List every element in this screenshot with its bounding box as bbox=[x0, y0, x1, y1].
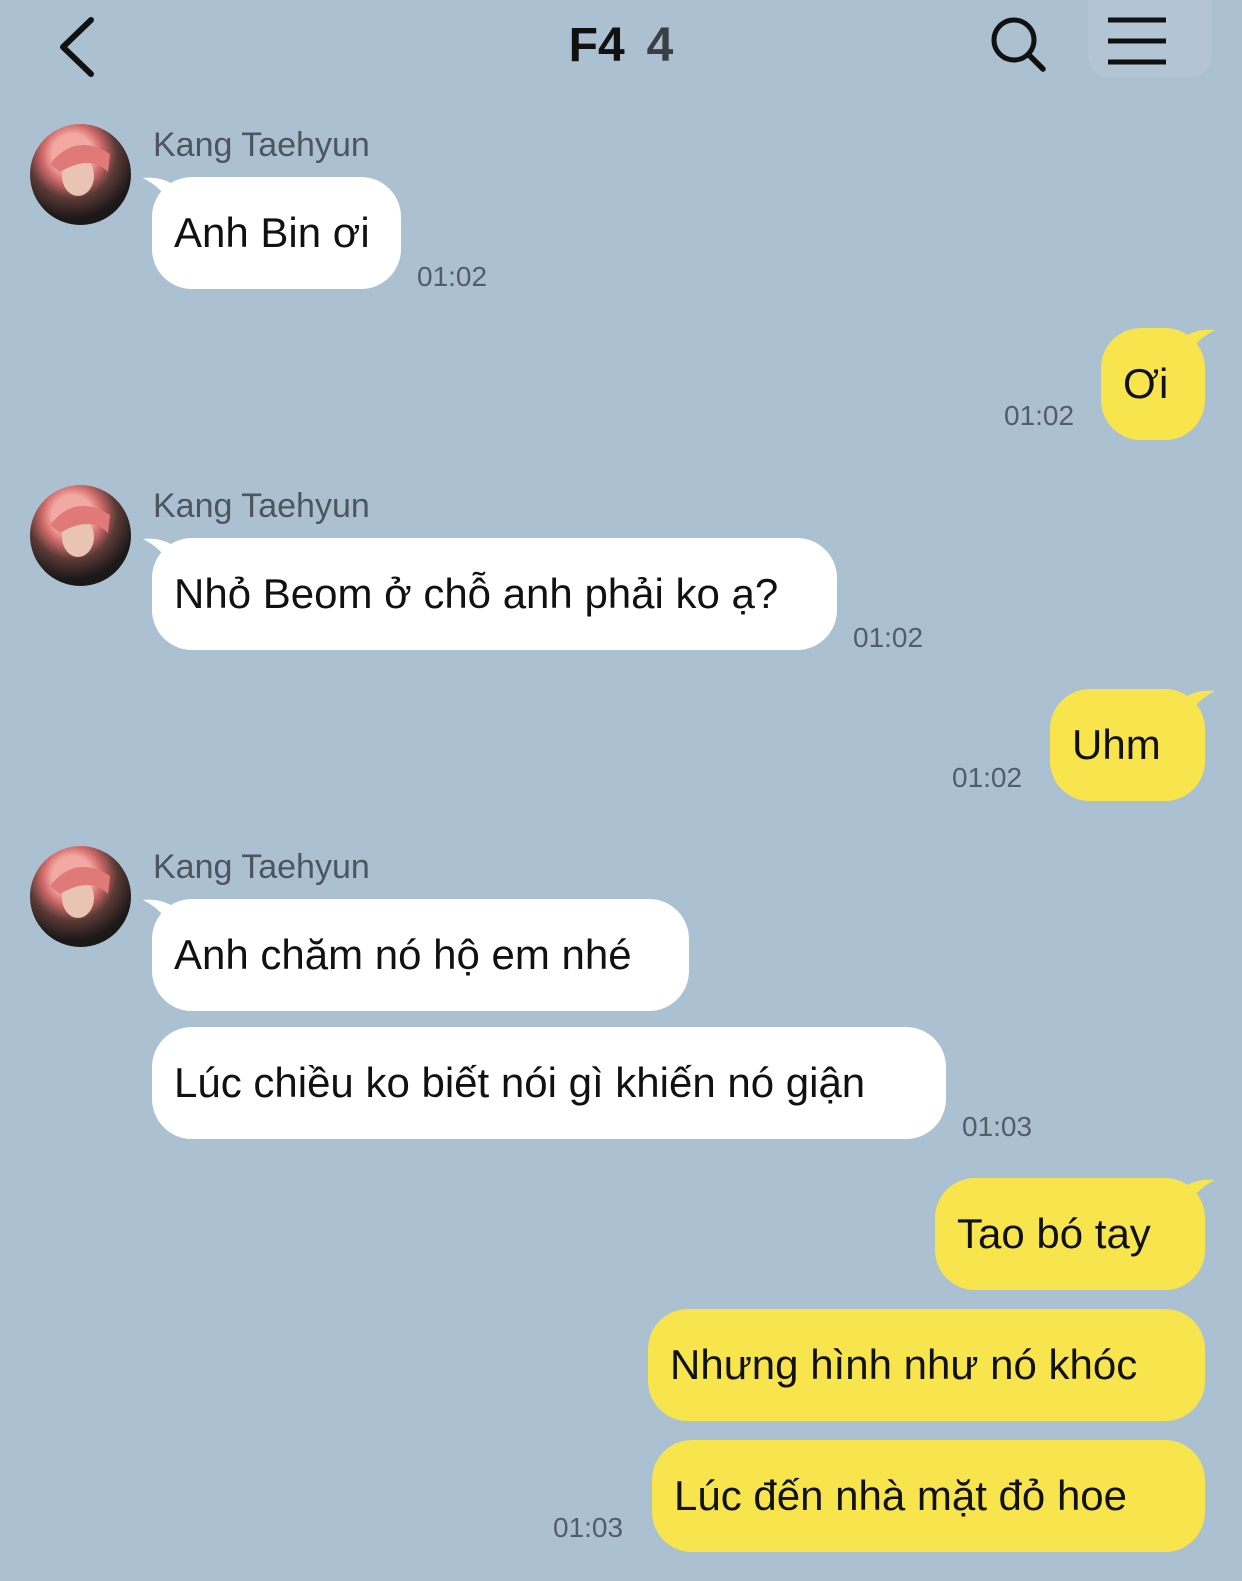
message-time: 01:03 bbox=[553, 1512, 624, 1543]
message-bubble-incoming[interactable]: Lúc chiều ko biết nói gì khiến nó giận bbox=[152, 1027, 946, 1139]
message-bubble-outgoing[interactable]: Uhm bbox=[1050, 689, 1205, 801]
avatar[interactable] bbox=[30, 846, 131, 947]
member-count: 4 bbox=[646, 19, 674, 72]
search-button[interactable] bbox=[990, 14, 1050, 74]
sender-name: Kang Taehyun bbox=[153, 848, 370, 886]
menu-icon bbox=[1108, 17, 1166, 65]
message-time: 01:02 bbox=[1004, 400, 1075, 431]
chat-header: F4 4 bbox=[0, 0, 1242, 100]
chat-room-name: F4 bbox=[568, 19, 625, 72]
sender-name: Kang Taehyun bbox=[153, 126, 370, 164]
message-time: 01:02 bbox=[417, 261, 488, 292]
message-bubble-outgoing[interactable]: Lúc đến nhà mặt đỏ hoe bbox=[652, 1440, 1205, 1552]
message-time: 01:03 bbox=[962, 1111, 1033, 1142]
message-time: 01:02 bbox=[952, 762, 1023, 793]
sender-name: Kang Taehyun bbox=[153, 487, 370, 525]
chat-title: F4 4 bbox=[0, 18, 1242, 73]
avatar[interactable] bbox=[30, 485, 131, 586]
bubble-tail bbox=[1185, 690, 1215, 719]
bubble-tail bbox=[1185, 1179, 1215, 1208]
message-bubble-outgoing[interactable]: Nhưng hình như nó khóc bbox=[648, 1309, 1205, 1421]
message-bubble-outgoing[interactable]: Tao bó tay bbox=[935, 1178, 1205, 1290]
message-bubble-incoming[interactable]: Anh chăm nó hộ em nhé bbox=[152, 899, 689, 1011]
message-bubble-incoming[interactable]: Nhỏ Beom ở chỗ anh phải ko ạ? bbox=[152, 538, 837, 650]
avatar[interactable] bbox=[30, 124, 131, 225]
search-icon bbox=[991, 17, 1046, 72]
message-time: 01:02 bbox=[853, 622, 924, 653]
menu-button[interactable] bbox=[1088, 0, 1212, 78]
bubble-tail bbox=[1185, 329, 1215, 358]
message-bubble-incoming[interactable]: Anh Bin ơi bbox=[152, 177, 401, 289]
